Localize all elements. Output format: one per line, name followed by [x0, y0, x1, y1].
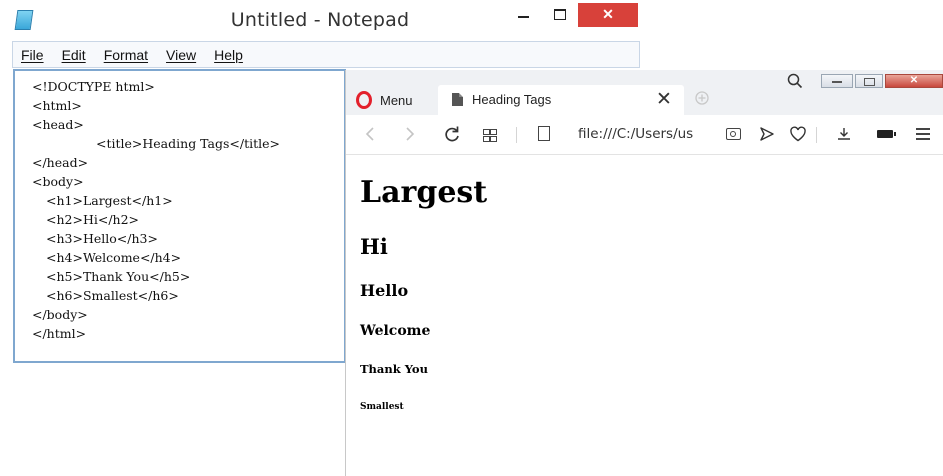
browser-window-controls: ✕ — [819, 70, 943, 92]
sliders-icon[interactable] — [916, 127, 930, 140]
heading-h2: Hi — [360, 234, 388, 259]
heading-h6: Smallest — [360, 402, 404, 412]
address-bar[interactable]: file:///C:/Users/us — [578, 126, 693, 142]
page-icon[interactable] — [538, 126, 550, 141]
minimize-icon[interactable] — [821, 74, 853, 88]
browser-window: Menu Heading Tags ✕ ✕ file:///C:/Users/u… — [345, 70, 943, 476]
browser-toolbar: file:///C:/Users/us — [346, 115, 943, 155]
heading-h5: Thank You — [360, 362, 428, 376]
heading-h3: Hello — [360, 281, 409, 300]
browser-tab-bar: Menu Heading Tags ✕ ✕ — [346, 70, 943, 115]
heart-icon[interactable] — [789, 125, 807, 147]
arrow-left-icon[interactable] — [364, 124, 376, 148]
code-line: <html> — [32, 98, 82, 113]
code-line: <!DOCTYPE html> — [32, 79, 155, 94]
notepad-text-area[interactable]: <!DOCTYPE html> <html> <head> <title>Hea… — [13, 69, 346, 363]
code-line: </html> — [32, 326, 87, 341]
menu-format[interactable]: Format — [104, 47, 148, 63]
opera-menu-button[interactable]: Menu — [356, 88, 413, 112]
tab-label: Heading Tags — [472, 92, 552, 107]
code-line: <h6>Smallest</h6> — [46, 288, 179, 303]
opera-menu-label: Menu — [380, 92, 413, 108]
tab-close-icon[interactable]: ✕ — [656, 88, 672, 111]
notepad-titlebar: Untitled - Notepad ✕ — [0, 0, 640, 40]
toolbar-separator — [816, 127, 817, 143]
heading-h4: Welcome — [360, 323, 431, 339]
camera-icon[interactable] — [726, 128, 741, 140]
menu-help[interactable]: Help — [214, 47, 243, 63]
code-line: <head> — [32, 117, 84, 132]
code-line: </body> — [32, 307, 88, 322]
toolbar-separator — [516, 127, 517, 143]
close-icon[interactable]: ✕ — [885, 74, 943, 88]
arrow-right-icon[interactable] — [404, 124, 416, 148]
menu-view[interactable]: View — [166, 47, 196, 63]
close-icon[interactable]: ✕ — [578, 3, 638, 27]
search-icon[interactable] — [786, 72, 804, 95]
download-icon[interactable] — [836, 125, 852, 147]
opera-logo-icon — [356, 91, 372, 109]
code-line: <h4>Welcome</h4> — [46, 250, 182, 265]
plus-icon[interactable] — [694, 90, 710, 106]
maximize-icon[interactable] — [550, 4, 570, 24]
battery-icon[interactable] — [877, 130, 896, 138]
code-line: <title>Heading Tags</title> — [96, 136, 280, 151]
code-line: <h1>Largest</h1> — [46, 193, 173, 208]
code-line: <body> — [32, 174, 84, 189]
menu-edit[interactable]: Edit — [62, 47, 86, 63]
page-content: Largest Hi Hello Welcome Thank You Small… — [346, 155, 943, 476]
code-line: <h5>Thank You</h5> — [46, 269, 191, 284]
notepad-window-title: Untitled - Notepad — [230, 9, 410, 31]
send-icon[interactable] — [758, 125, 776, 147]
grid-icon[interactable] — [483, 129, 497, 142]
reload-icon[interactable] — [443, 124, 461, 148]
code-line: <h3>Hello</h3> — [46, 231, 158, 246]
document-icon — [452, 93, 463, 106]
code-line: <h2>Hi</h2> — [46, 212, 140, 227]
heading-h1: Largest — [360, 175, 488, 210]
code-line: </head> — [32, 155, 89, 170]
tab-heading-tags[interactable]: Heading Tags ✕ — [438, 85, 684, 115]
maximize-icon[interactable] — [855, 74, 883, 88]
menu-file[interactable]: File — [21, 47, 44, 63]
notepad-menubar: File Edit Format View Help — [12, 41, 640, 68]
minimize-icon[interactable] — [514, 4, 534, 24]
